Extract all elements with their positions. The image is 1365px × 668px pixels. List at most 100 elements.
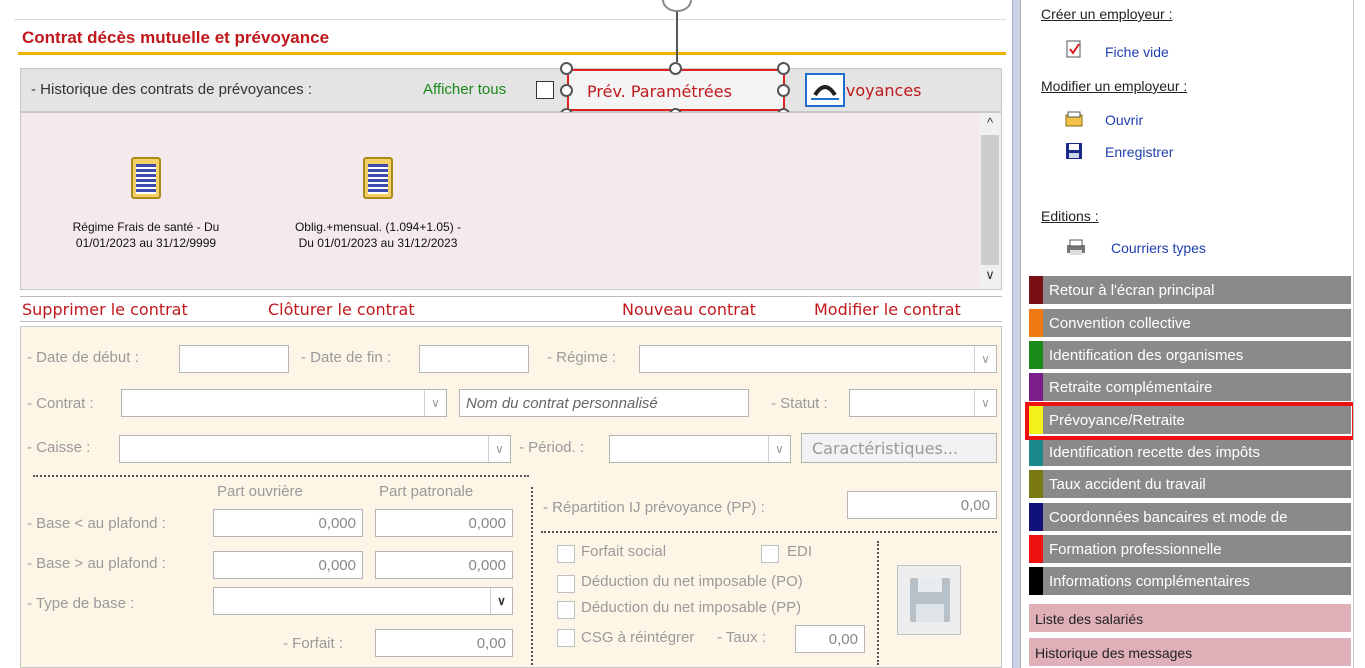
nav-item-organismes[interactable]: Identification des organismes	[1029, 341, 1351, 371]
csg-checkbox[interactable]	[557, 629, 575, 647]
date-fin-label: - Date de fin :	[301, 349, 392, 366]
historique-messages-label: Historique des messages	[1035, 645, 1193, 661]
nav-item-accident-travail[interactable]: Taux accident du travail	[1029, 470, 1351, 500]
type-base-select[interactable]: ∨	[213, 587, 513, 615]
caisse-label: - Caisse :	[27, 439, 91, 456]
printer-icon	[1067, 239, 1085, 255]
contract-line1: Oblig.+mensual. (1.094+1.05) -	[294, 220, 462, 234]
scroll-down-icon[interactable]: ∨	[979, 267, 1001, 287]
nav-item-recette-impots[interactable]: Identification recette des impôts	[1029, 438, 1351, 468]
deduction-po-checkbox[interactable]	[557, 575, 575, 593]
forfait-input[interactable]: 0,00	[375, 629, 513, 657]
part-ouvriere-label: Part ouvrière	[217, 483, 303, 500]
panel-divider[interactable]	[1012, 0, 1020, 668]
save-floppy-button[interactable]	[897, 565, 961, 635]
delete-contract-link[interactable]: Supprimer le contrat	[22, 300, 188, 319]
modify-contract-link[interactable]: Modifier le contrat	[814, 300, 961, 319]
contract-line2: 01/01/2023 au 31/12/9999	[75, 236, 217, 250]
date-fin-input[interactable]	[419, 345, 529, 373]
edi-checkbox[interactable]	[761, 545, 779, 563]
repartition-value: 0,00	[960, 497, 990, 514]
nav-item-retour[interactable]: Retour à l'écran principal	[1029, 276, 1351, 306]
right-edge	[1353, 0, 1365, 668]
chevron-down-icon[interactable]: ∨	[424, 390, 446, 416]
base-inf-patr-value: 0,000	[468, 515, 506, 532]
prev-parametrees-button[interactable]: Prév. Paramétrées	[567, 69, 785, 111]
caracteristiques-button[interactable]: Caractéristiques...	[801, 433, 997, 463]
chevron-down-icon[interactable]: ∨	[974, 346, 996, 372]
scroll-up-icon[interactable]: ^	[979, 115, 1001, 135]
resize-handle-w[interactable]	[560, 84, 573, 97]
repartition-label: - Répartition IJ prévoyance (PP) :	[543, 499, 765, 516]
type-base-label: - Type de base :	[27, 595, 135, 612]
nav-item-formation[interactable]: Formation professionnelle	[1029, 535, 1351, 565]
nav-swatch	[1029, 341, 1043, 369]
resize-handle-ne[interactable]	[777, 62, 790, 75]
liste-salaries-button[interactable]: Liste des salariés	[1029, 604, 1351, 634]
section-title: Contrat décès mutuelle et prévoyance	[22, 28, 330, 47]
nav-item-coordonnees-bancaires[interactable]: Coordonnées bancaires et mode de	[1029, 503, 1351, 533]
historique-messages-button[interactable]: Historique des messages	[1029, 638, 1351, 668]
dotted-separator-vertical	[877, 541, 879, 665]
taux-input[interactable]: 0,00	[795, 625, 865, 653]
chevron-down-icon[interactable]: ∨	[488, 436, 510, 462]
nav-swatch	[1029, 470, 1043, 498]
courriers-types-link[interactable]: Courriers types	[1111, 240, 1206, 256]
anchor-button[interactable]	[805, 73, 845, 107]
repartition-input[interactable]: 0,00	[847, 491, 997, 519]
contracts-scrollbar[interactable]: ^ ∨	[979, 113, 1001, 289]
regime-select[interactable]: ∨	[639, 345, 997, 373]
fiche-vide-link[interactable]: Fiche vide	[1105, 44, 1169, 60]
date-debut-input[interactable]	[179, 345, 289, 373]
base-sup-ouvr-input[interactable]: 0,000	[213, 551, 363, 579]
nav-item-label: Convention collective	[1049, 315, 1191, 332]
nav-item-informations[interactable]: Informations complémentaires	[1029, 567, 1351, 597]
nav-item-retraite[interactable]: Retraite complémentaire	[1029, 373, 1351, 403]
edi-label: EDI	[787, 543, 813, 560]
statut-label: - Statut :	[771, 395, 828, 412]
contract-item-sante[interactable]: Régime Frais de santé - Du 01/01/2023 au…	[31, 157, 261, 251]
close-contract-link[interactable]: Clôturer le contrat	[268, 300, 415, 319]
resize-handle-e[interactable]	[777, 84, 790, 97]
anchor-arc-icon	[811, 85, 839, 100]
open-folder-icon	[1065, 111, 1083, 127]
base-sup-ouvr-value: 0,000	[318, 557, 356, 574]
caisse-select[interactable]: ∨	[119, 435, 511, 463]
custom-contract-input[interactable]: Nom du contrat personnalisé	[459, 389, 749, 417]
new-contract-link[interactable]: Nouveau contrat	[622, 300, 756, 319]
show-all-checkbox[interactable]	[536, 81, 554, 99]
resize-handle-n[interactable]	[669, 62, 682, 75]
statut-select[interactable]: ∨	[849, 389, 997, 417]
ouvrir-link[interactable]: Ouvrir	[1105, 112, 1143, 128]
base-sup-patr-input[interactable]: 0,000	[375, 551, 513, 579]
contract-form: - Date de début : - Date de fin : - Régi…	[20, 326, 1002, 668]
base-inf-patr-input[interactable]: 0,000	[375, 509, 513, 537]
modify-employer-heading: Modifier un employeur :	[1041, 78, 1188, 94]
blank-form-icon	[1066, 40, 1081, 58]
periode-select[interactable]: ∨	[609, 435, 791, 463]
scroll-thumb[interactable]	[981, 135, 999, 265]
deduction-po-label: Déduction du net imposable (PO)	[581, 573, 803, 590]
enregistrer-link[interactable]: Enregistrer	[1105, 144, 1173, 160]
resize-handle-nw[interactable]	[560, 62, 573, 75]
dotted-separator-vertical	[531, 487, 533, 665]
base-inf-ouvr-input[interactable]: 0,000	[213, 509, 363, 537]
contract-item-oblig[interactable]: Oblig.+mensual. (1.094+1.05) - Du 01/01/…	[263, 157, 493, 251]
top-strip	[14, 0, 1006, 20]
chevron-down-icon[interactable]: ∨	[768, 436, 790, 462]
editions-heading: Editions :	[1041, 208, 1099, 224]
chevron-down-icon[interactable]: ∨	[490, 588, 512, 614]
nav-item-convention[interactable]: Convention collective	[1029, 309, 1351, 339]
taux-label: - Taux :	[717, 629, 766, 646]
save-icon	[1066, 143, 1082, 159]
nav-item-label: Identification recette des impôts	[1049, 444, 1260, 461]
deduction-pp-checkbox[interactable]	[557, 601, 575, 619]
chevron-down-icon[interactable]: ∨	[974, 390, 996, 416]
forfait-social-checkbox[interactable]	[557, 545, 575, 563]
caracteristiques-label: Caractéristiques...	[812, 439, 959, 458]
history-bar: - Historique des contrats de prévoyances…	[20, 68, 1002, 112]
nav-item-label: Retour à l'écran principal	[1049, 282, 1215, 299]
contrat-select[interactable]: ∨	[121, 389, 447, 417]
periode-label: - Périod. :	[519, 439, 585, 456]
contracts-list: Régime Frais de santé - Du 01/01/2023 au…	[20, 112, 1002, 290]
